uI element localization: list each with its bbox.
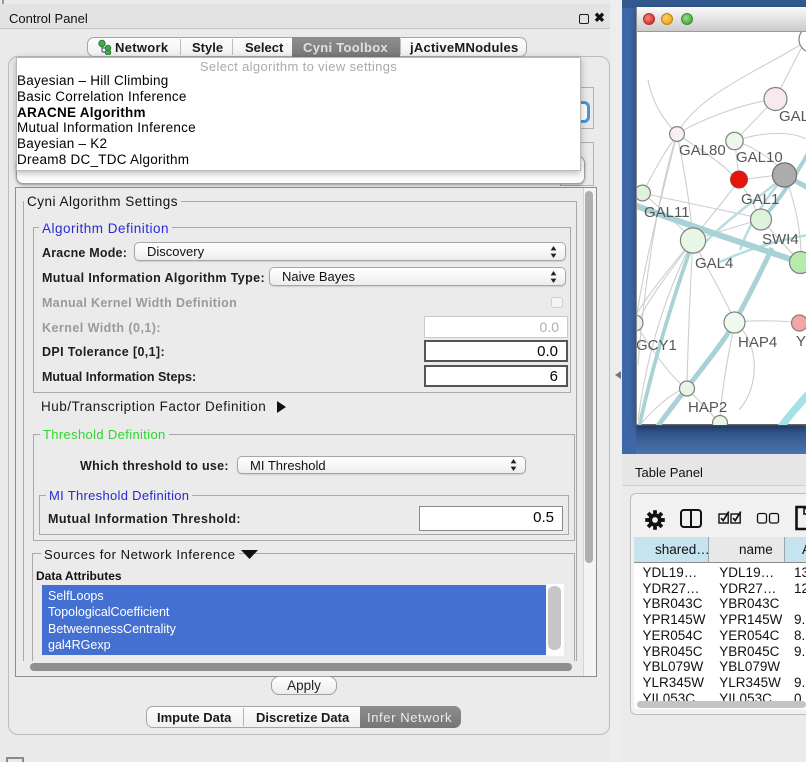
svg-text:GAL4: GAL4 [695,255,733,272]
svg-text:GAL10: GAL10 [736,149,783,166]
svg-text:HAP2: HAP2 [688,399,727,416]
svg-text:HAP4: HAP4 [738,334,777,351]
svg-text:Y: Y [796,333,806,350]
svg-text:GAL11: GAL11 [644,204,690,221]
svg-text:SWI4: SWI4 [762,231,799,248]
svg-text:GAL80: GAL80 [679,142,726,159]
svg-text:GAL: GAL [779,108,806,125]
svg-text:GCY1: GCY1 [637,337,677,354]
svg-text:GAL1: GAL1 [741,191,779,208]
